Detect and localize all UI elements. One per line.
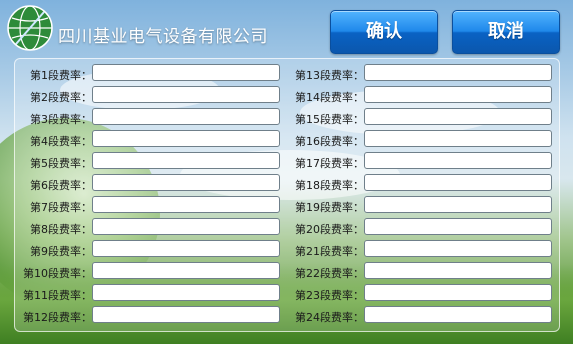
rate-label: 第20段费率： bbox=[295, 223, 364, 236]
rate-row-7: 第7段费率： bbox=[15, 195, 287, 217]
rate-row-9: 第9段费率： bbox=[15, 239, 287, 261]
rate-label: 第7段费率： bbox=[30, 201, 92, 214]
rate-row-18: 第18段费率： bbox=[287, 173, 559, 195]
rate-input-20[interactable] bbox=[364, 218, 552, 235]
rate-label: 第13段费率： bbox=[295, 69, 364, 82]
rate-label: 第1段费率： bbox=[30, 69, 92, 82]
rate-input-19[interactable] bbox=[364, 196, 552, 213]
rate-row-3: 第3段费率： bbox=[15, 107, 287, 129]
rate-input-16[interactable] bbox=[364, 130, 552, 147]
rate-input-13[interactable] bbox=[364, 64, 552, 81]
rate-label: 第16段费率： bbox=[295, 135, 364, 148]
rate-label: 第2段费率： bbox=[30, 91, 92, 104]
rate-row-11: 第11段费率： bbox=[15, 283, 287, 305]
rate-label: 第19段费率： bbox=[295, 201, 364, 214]
rate-input-10[interactable] bbox=[92, 262, 280, 279]
rate-input-18[interactable] bbox=[364, 174, 552, 191]
rate-label: 第23段费率： bbox=[295, 289, 364, 302]
rate-row-13: 第13段费率： bbox=[287, 63, 559, 85]
header: 四川基业电气设备有限公司 确认 取消 bbox=[0, 0, 573, 58]
rate-input-21[interactable] bbox=[364, 240, 552, 257]
screen: 四川基业电气设备有限公司 确认 取消 第1段费率： 第2段费率： 第3段费率： … bbox=[0, 0, 573, 344]
rate-input-9[interactable] bbox=[92, 240, 280, 257]
rate-label: 第15段费率： bbox=[295, 113, 364, 126]
rate-label: 第11段费率： bbox=[23, 289, 92, 302]
rate-input-24[interactable] bbox=[364, 306, 552, 323]
rate-label: 第8段费率： bbox=[30, 223, 92, 236]
rate-row-20: 第20段费率： bbox=[287, 217, 559, 239]
rate-label: 第18段费率： bbox=[295, 179, 364, 192]
rate-input-23[interactable] bbox=[364, 284, 552, 301]
rate-label: 第10段费率： bbox=[23, 267, 92, 280]
rate-row-21: 第21段费率： bbox=[287, 239, 559, 261]
rate-input-11[interactable] bbox=[92, 284, 280, 301]
rate-input-6[interactable] bbox=[92, 174, 280, 191]
rates-column-left: 第1段费率： 第2段费率： 第3段费率： 第4段费率： 第5段费率： 第6段费率… bbox=[15, 63, 287, 327]
rate-row-4: 第4段费率： bbox=[15, 129, 287, 151]
rate-row-14: 第14段费率： bbox=[287, 85, 559, 107]
rate-label: 第14段费率： bbox=[295, 91, 364, 104]
rate-row-2: 第2段费率： bbox=[15, 85, 287, 107]
rate-row-8: 第8段费率： bbox=[15, 217, 287, 239]
rate-input-3[interactable] bbox=[92, 108, 280, 125]
rate-input-7[interactable] bbox=[92, 196, 280, 213]
rate-input-22[interactable] bbox=[364, 262, 552, 279]
rate-input-5[interactable] bbox=[92, 152, 280, 169]
cancel-button[interactable]: 取消 bbox=[452, 10, 560, 54]
rate-row-12: 第12段费率： bbox=[15, 305, 287, 327]
rate-label: 第22段费率： bbox=[295, 267, 364, 280]
rate-input-17[interactable] bbox=[364, 152, 552, 169]
rate-row-5: 第5段费率： bbox=[15, 151, 287, 173]
rate-settings-panel: 第1段费率： 第2段费率： 第3段费率： 第4段费率： 第5段费率： 第6段费率… bbox=[14, 58, 560, 332]
rate-row-23: 第23段费率： bbox=[287, 283, 559, 305]
rate-input-12[interactable] bbox=[92, 306, 280, 323]
rate-label: 第17段费率： bbox=[295, 157, 364, 170]
rate-input-15[interactable] bbox=[364, 108, 552, 125]
rate-row-15: 第15段费率： bbox=[287, 107, 559, 129]
rate-input-2[interactable] bbox=[92, 86, 280, 103]
rate-label: 第9段费率： bbox=[30, 245, 92, 258]
rate-row-1: 第1段费率： bbox=[15, 63, 287, 85]
rate-row-17: 第17段费率： bbox=[287, 151, 559, 173]
rate-input-14[interactable] bbox=[364, 86, 552, 103]
rates-column-right: 第13段费率： 第14段费率： 第15段费率： 第16段费率： 第17段费率： … bbox=[287, 63, 559, 327]
rate-input-4[interactable] bbox=[92, 130, 280, 147]
rate-label: 第5段费率： bbox=[30, 157, 92, 170]
rate-label: 第3段费率： bbox=[30, 113, 92, 126]
rate-label: 第6段费率： bbox=[30, 179, 92, 192]
rate-row-16: 第16段费率： bbox=[287, 129, 559, 151]
rate-input-1[interactable] bbox=[92, 64, 280, 81]
rate-row-19: 第19段费率： bbox=[287, 195, 559, 217]
rate-row-10: 第10段费率： bbox=[15, 261, 287, 283]
rate-row-6: 第6段费率： bbox=[15, 173, 287, 195]
rate-row-22: 第22段费率： bbox=[287, 261, 559, 283]
rate-row-24: 第24段费率： bbox=[287, 305, 559, 327]
company-name: 四川基业电气设备有限公司 bbox=[58, 27, 268, 47]
confirm-button[interactable]: 确认 bbox=[330, 10, 438, 54]
rate-label: 第24段费率： bbox=[295, 311, 364, 324]
company-logo-icon bbox=[7, 5, 53, 51]
rate-label: 第12段费率： bbox=[23, 311, 92, 324]
rate-label: 第21段费率： bbox=[295, 245, 364, 258]
rate-label: 第4段费率： bbox=[30, 135, 92, 148]
rate-input-8[interactable] bbox=[92, 218, 280, 235]
